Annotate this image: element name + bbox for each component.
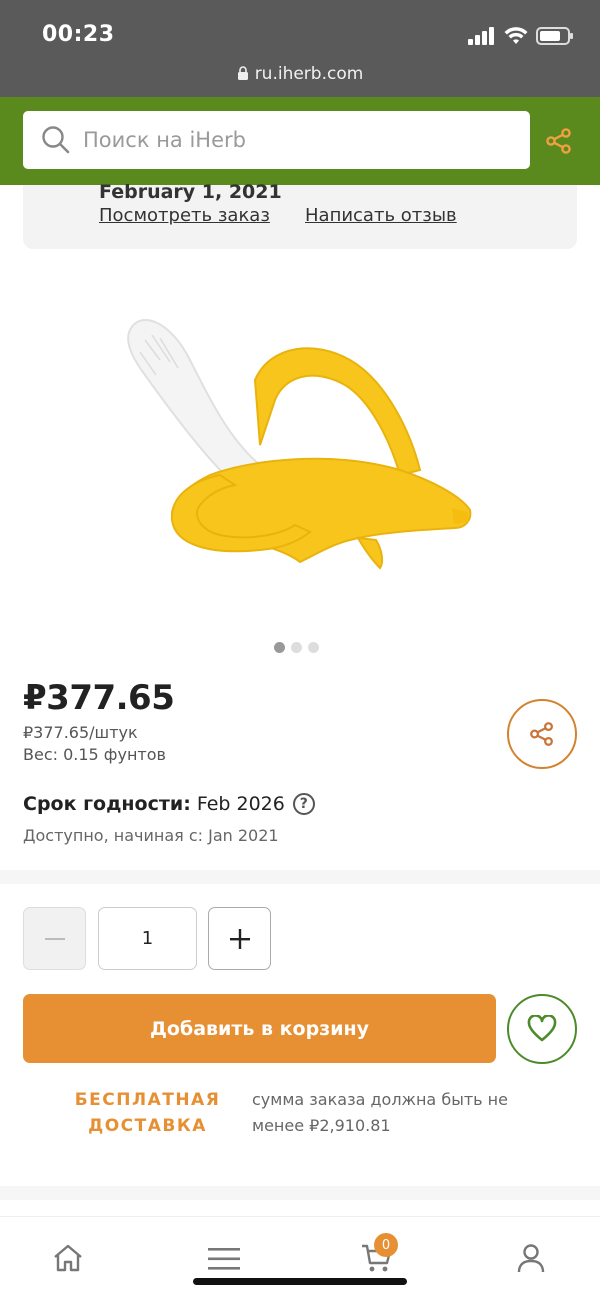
expiry-row: Срок годности: Feb 2026 ? (23, 793, 315, 815)
cart-count-badge: 0 (374, 1233, 398, 1257)
minus-icon (44, 937, 65, 940)
add-to-favorites-button[interactable] (507, 994, 577, 1064)
section-divider (0, 870, 600, 884)
expiry-label: Срок годности: (23, 793, 191, 815)
lock-icon (237, 66, 248, 80)
view-order-link[interactable]: Посмотреть заказ (99, 205, 270, 226)
search-input[interactable] (83, 128, 483, 152)
menu-icon (208, 1248, 240, 1270)
nav-cart[interactable]: 0 (360, 1233, 398, 1278)
carousel-dot[interactable] (308, 642, 319, 653)
banana-stem (356, 536, 384, 570)
share-icon (530, 722, 553, 746)
carousel-dot[interactable] (291, 642, 302, 653)
user-icon (517, 1244, 545, 1273)
nav-home[interactable] (52, 1243, 84, 1278)
quantity-decrease-button[interactable] (23, 907, 86, 970)
search-icon (42, 126, 70, 154)
write-review-link[interactable]: Написать отзыв (305, 205, 457, 226)
site-header (0, 97, 600, 185)
free-shipping-line2: ДОСТАВКА (88, 1116, 207, 1136)
quantity-input[interactable] (98, 907, 197, 970)
wifi-icon (504, 27, 528, 44)
heart-icon (527, 1015, 557, 1042)
plus-icon (229, 928, 250, 949)
url-text: ru.iherb.com (254, 64, 364, 84)
previous-order-card: February 1, 2021 Посмотреть заказ Написа… (23, 181, 577, 249)
availability-date: Доступно, начиная с: Jan 2021 (23, 826, 279, 845)
carousel-dot[interactable] (274, 642, 285, 653)
status-icons (468, 26, 574, 46)
share-icon[interactable] (545, 127, 573, 155)
browser-url[interactable]: ru.iherb.com (0, 64, 600, 84)
search-bar[interactable] (23, 111, 530, 169)
order-date: February 1, 2021 (99, 181, 282, 203)
free-shipping-note: сумма заказа должна быть не менее ₽2,910… (252, 1090, 508, 1135)
quantity-increase-button[interactable] (208, 907, 271, 970)
battery-icon (536, 27, 573, 45)
status-time: 00:23 (42, 22, 115, 47)
product-image[interactable] (100, 300, 500, 590)
add-to-cart-button[interactable]: Добавить в корзину (23, 994, 496, 1063)
nav-menu[interactable] (208, 1247, 240, 1276)
home-indicator (193, 1278, 407, 1285)
free-shipping-label: БЕСПЛАТНАЯ ДОСТАВКА (70, 1087, 225, 1139)
expiry-value: Feb 2026 (196, 793, 285, 815)
signal-icon (468, 27, 494, 45)
share-button[interactable] (507, 699, 577, 769)
section-divider (0, 1186, 600, 1200)
peel-top (253, 347, 422, 477)
free-shipping-line1: БЕСПЛАТНАЯ (74, 1090, 221, 1110)
unit-price: ₽377.65/штук (23, 723, 138, 742)
product-weight: Вес: 0.15 фунтов (23, 745, 166, 764)
carousel-dots[interactable] (274, 642, 319, 653)
nav-account[interactable] (516, 1243, 546, 1278)
product-price: ₽377.65 (23, 678, 175, 718)
help-icon[interactable]: ? (292, 793, 315, 815)
status-bar: 00:23 ru.iherb.com (0, 0, 600, 97)
home-icon (54, 1244, 82, 1272)
